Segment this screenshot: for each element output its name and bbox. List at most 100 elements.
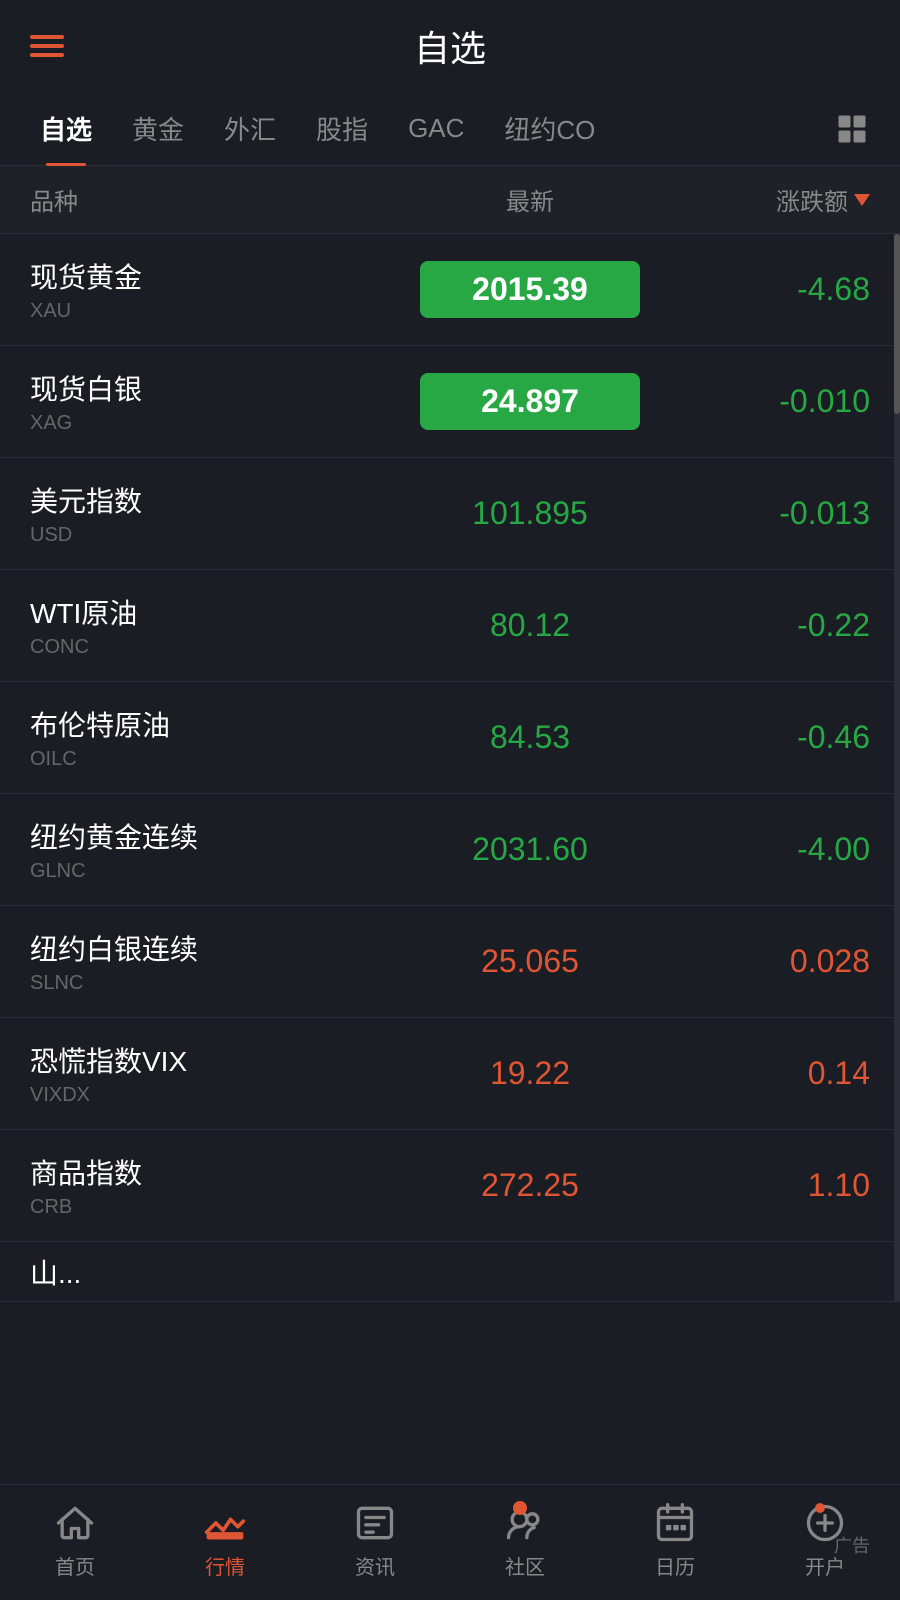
nav-market[interactable]: 行情 xyxy=(165,1501,285,1580)
nav-home-label: 首页 xyxy=(55,1551,95,1580)
menu-button[interactable] xyxy=(30,35,64,57)
market-name-col: 现货白银 XAG xyxy=(30,368,390,435)
nav-community-label: 社区 xyxy=(505,1551,545,1580)
market-name-en: CONC xyxy=(30,636,390,659)
market-name-col: 商品指数 CRB xyxy=(30,1152,390,1219)
price-badge: 2015.39 xyxy=(420,261,640,318)
table-row[interactable]: 现货白银 XAG 24.897 -0.010 xyxy=(0,346,900,458)
nav-news[interactable]: 资讯 xyxy=(315,1501,435,1580)
community-icon xyxy=(503,1501,547,1545)
open-account-dot xyxy=(815,1503,825,1513)
market-change-col: -0.010 xyxy=(670,383,870,420)
nav-home[interactable]: 首页 xyxy=(15,1501,135,1580)
market-change-col: 0.14 xyxy=(670,1055,870,1092)
market-name-cn: 布伦特原油 xyxy=(30,704,390,744)
market-price-col: 25.065 xyxy=(390,943,670,980)
page-title: 自选 xyxy=(414,20,486,72)
tab-zixuan[interactable]: 自选 xyxy=(20,92,112,165)
table-row[interactable]: 纽约白银连续 SLNC 25.065 0.028 xyxy=(0,906,900,1018)
header: 自选 xyxy=(0,0,900,92)
nav-community[interactable]: 社区 xyxy=(465,1501,585,1580)
market-change-col: -4.68 xyxy=(670,271,870,308)
market-price-col: 101.895 xyxy=(390,495,670,532)
market-name-col: 现货黄金 XAU xyxy=(30,256,390,323)
market-price-col: 80.12 xyxy=(390,607,670,644)
market-name-en: USD xyxy=(30,524,390,547)
news-icon xyxy=(353,1501,397,1545)
market-name-cn: 纽约白银连续 xyxy=(30,928,390,968)
bottom-nav: 首页 行情 资讯 xyxy=(0,1484,900,1600)
price-badge: 24.897 xyxy=(420,373,640,430)
nav-calendar[interactable]: 日历 xyxy=(615,1501,735,1580)
market-name-cn: 现货白银 xyxy=(30,368,390,408)
tab-bar: 自选 黄金 外汇 股指 GAC 纽约CO xyxy=(0,92,900,166)
price-plain: 272.25 xyxy=(481,1167,579,1203)
col-name: 品种 xyxy=(30,182,390,217)
table-row[interactable]: 商品指数 CRB 272.25 1.10 xyxy=(0,1130,900,1242)
col-price: 最新 xyxy=(390,182,670,217)
market-price-col: 2031.60 xyxy=(390,831,670,868)
tab-niuyueco[interactable]: 纽约CO xyxy=(484,92,615,165)
sort-triangle-icon xyxy=(854,194,870,206)
table-row[interactable]: 纽约黄金连续 GLNC 2031.60 -4.00 xyxy=(0,794,900,906)
market-name-en: VIXDX xyxy=(30,1084,390,1107)
market-name-en: GLNC xyxy=(30,860,390,883)
market-name-cn: 美元指数 xyxy=(30,480,390,520)
table-row[interactable]: 恐慌指数VIX VIXDX 19.22 0.14 xyxy=(0,1018,900,1130)
scrollbar-track[interactable] xyxy=(894,234,900,1302)
nav-market-label: 行情 xyxy=(205,1551,245,1580)
grid-view-button[interactable] xyxy=(824,101,880,157)
market-change-col: -0.22 xyxy=(670,607,870,644)
market-name-col: 纽约黄金连续 GLNC xyxy=(30,816,390,883)
price-plain: 80.12 xyxy=(490,607,570,643)
market-name-en: XAU xyxy=(30,300,390,323)
market-list: 现货黄金 XAU 2015.39 -4.68 现货白银 XAG 24.897 -… xyxy=(0,234,900,1302)
market-name-col: 美元指数 USD xyxy=(30,480,390,547)
market-name-col: 布伦特原油 OILC xyxy=(30,704,390,771)
price-plain: 101.895 xyxy=(472,495,588,531)
tab-huangjin[interactable]: 黄金 xyxy=(112,92,204,165)
tab-waihui[interactable]: 外汇 xyxy=(204,92,296,165)
price-plain: 2031.60 xyxy=(472,831,588,867)
ad-label: 广告 xyxy=(834,1532,870,1558)
scrollbar-thumb[interactable] xyxy=(894,234,900,414)
market-name-cn: 商品指数 xyxy=(30,1152,390,1192)
column-headers: 品种 最新 涨跌额 xyxy=(0,166,900,234)
table-row-partial: 山... xyxy=(0,1242,900,1302)
nav-news-label: 资讯 xyxy=(355,1551,395,1580)
market-price-col: 24.897 xyxy=(390,373,670,430)
price-plain: 84.53 xyxy=(490,719,570,755)
table-row[interactable]: WTI原油 CONC 80.12 -0.22 xyxy=(0,570,900,682)
col-change: 涨跌额 xyxy=(670,182,870,217)
home-icon xyxy=(53,1501,97,1545)
market-change-col: -0.013 xyxy=(670,495,870,532)
price-plain: 25.065 xyxy=(481,943,579,979)
market-name-en: OILC xyxy=(30,748,390,771)
market-name-cn: WTI原油 xyxy=(30,592,390,632)
price-plain: 19.22 xyxy=(490,1055,570,1091)
market-name-col: 纽约白银连续 SLNC xyxy=(30,928,390,995)
market-name-cn: 纽约黄金连续 xyxy=(30,816,390,856)
market-name-cn: 现货黄金 xyxy=(30,256,390,296)
tab-guzhi[interactable]: 股指 xyxy=(296,92,388,165)
community-dot xyxy=(513,1501,527,1515)
market-price-col: 19.22 xyxy=(390,1055,670,1092)
market-price-col: 2015.39 xyxy=(390,261,670,318)
calendar-icon xyxy=(653,1501,697,1545)
table-row[interactable]: 现货黄金 XAU 2015.39 -4.68 xyxy=(0,234,900,346)
market-price-col: 272.25 xyxy=(390,1167,670,1204)
market-name-col: 恐慌指数VIX VIXDX xyxy=(30,1040,390,1107)
market-name-en: XAG xyxy=(30,412,390,435)
nav-calendar-label: 日历 xyxy=(655,1551,695,1580)
market-name-col: WTI原油 CONC xyxy=(30,592,390,659)
market-name-en: SLNC xyxy=(30,972,390,995)
market-change-col: -0.46 xyxy=(670,719,870,756)
market-change-col: 1.10 xyxy=(670,1167,870,1204)
market-icon xyxy=(203,1501,247,1545)
table-row[interactable]: 美元指数 USD 101.895 -0.013 xyxy=(0,458,900,570)
tab-gac[interactable]: GAC xyxy=(388,95,484,162)
market-price-col: 84.53 xyxy=(390,719,670,756)
table-row[interactable]: 布伦特原油 OILC 84.53 -0.46 xyxy=(0,682,900,794)
market-change-col: -4.00 xyxy=(670,831,870,868)
market-name-en: CRB xyxy=(30,1196,390,1219)
